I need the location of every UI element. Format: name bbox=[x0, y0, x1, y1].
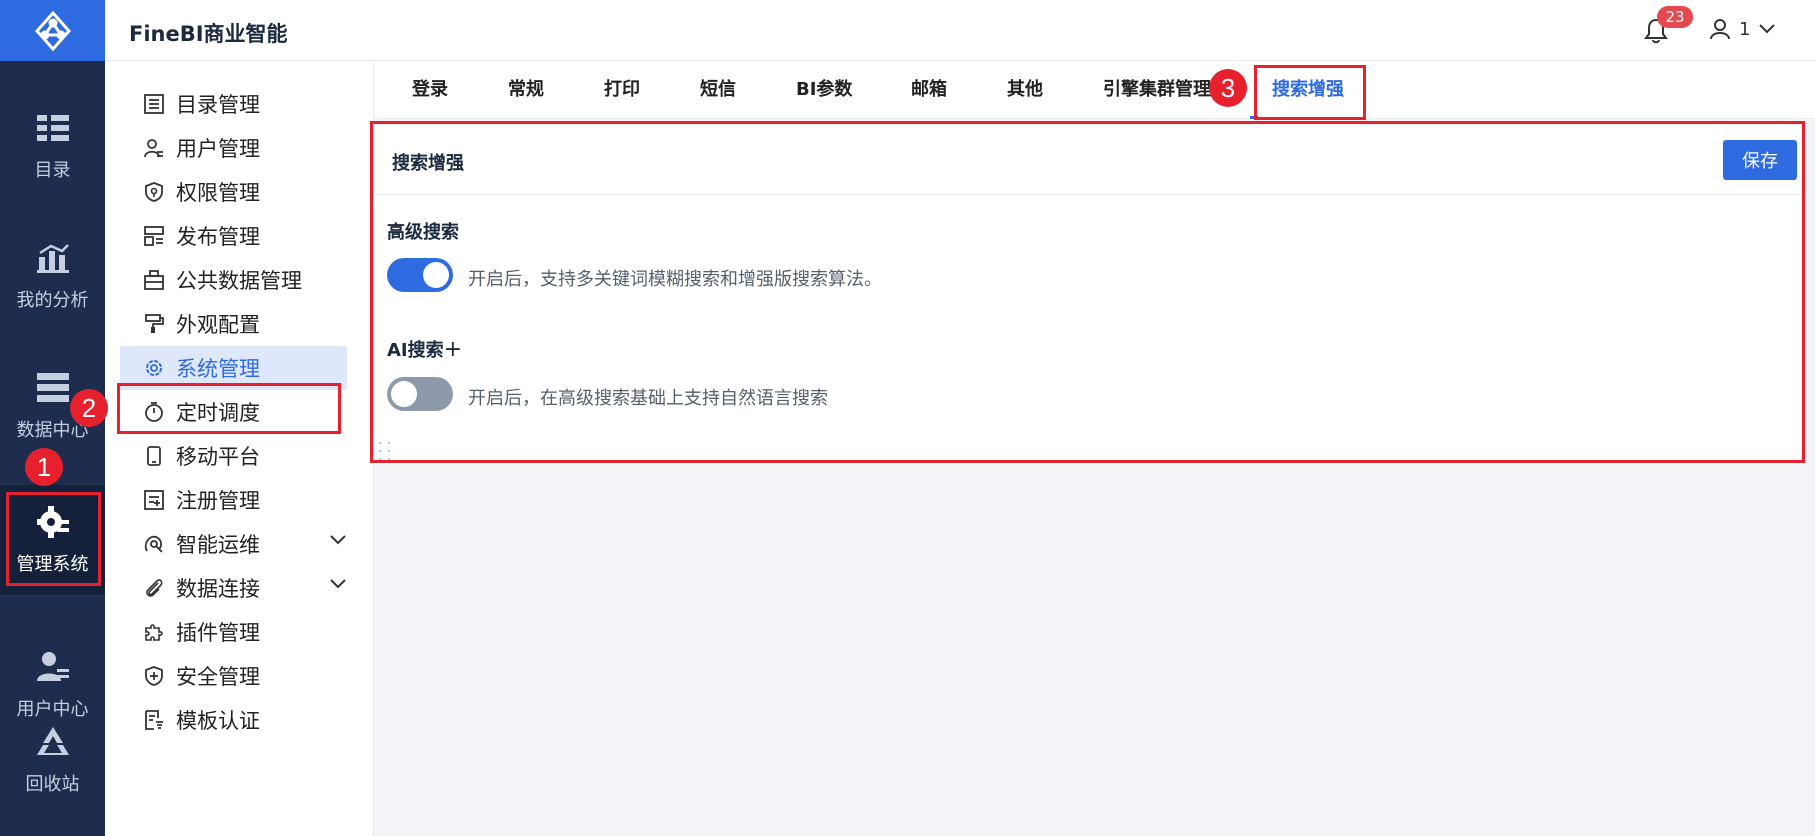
submenu-label: 发布管理 bbox=[176, 225, 260, 249]
publish-icon bbox=[144, 226, 164, 246]
nav-label: 回收站 bbox=[25, 774, 80, 795]
nav-item-recycle-bin[interactable]: 回收站 bbox=[0, 710, 105, 810]
nav-item-my-analysis[interactable]: 我的分析 bbox=[0, 221, 105, 331]
admin-submenu: 目录管理 用户管理 权限管理 发布管理 公共数据管理 外观配置 系统管理 定时调… bbox=[105, 61, 374, 836]
paperclip-icon bbox=[144, 578, 164, 598]
paint-roller-icon bbox=[144, 314, 164, 334]
submenu-label: 智能运维 bbox=[176, 533, 260, 557]
app-title: FineBI商业智能 bbox=[129, 22, 288, 46]
submenu-item-publish[interactable]: 发布管理 bbox=[120, 214, 347, 258]
recycle-bin-icon bbox=[35, 724, 71, 760]
submenu-label: 系统管理 bbox=[176, 357, 260, 381]
settings-tabs: 登录 常规 打印 短信 BI参数 邮箱 其他 引擎集群管理 搜索增强 bbox=[374, 61, 1815, 119]
user-manage-icon bbox=[144, 138, 164, 158]
submenu-item-template-cert[interactable]: 模板认证 bbox=[120, 698, 347, 742]
annotation-box-panel bbox=[370, 121, 1805, 463]
security-shield-icon bbox=[144, 666, 164, 686]
annotation-number-1: 1 bbox=[25, 448, 63, 486]
submenu-item-plugins[interactable]: 插件管理 bbox=[120, 610, 347, 654]
logo-icon bbox=[34, 10, 71, 51]
permission-shield-icon bbox=[144, 182, 164, 202]
submenu-item-smart-ops[interactable]: 智能运维 bbox=[120, 522, 347, 566]
submenu-label: 权限管理 bbox=[176, 181, 260, 205]
gear-icon bbox=[144, 358, 164, 378]
list-icon bbox=[144, 94, 164, 114]
nav-label: 我的分析 bbox=[16, 290, 89, 311]
notification-badge: 23 bbox=[1657, 6, 1693, 28]
submenu-label: 目录管理 bbox=[176, 93, 260, 117]
annotation-box-2 bbox=[117, 383, 341, 434]
submenu-label: 插件管理 bbox=[176, 621, 260, 645]
tab-other[interactable]: 其他 bbox=[1007, 61, 1043, 119]
tab-print[interactable]: 打印 bbox=[604, 61, 640, 119]
submenu-item-mobile[interactable]: 移动平台 bbox=[120, 434, 347, 478]
top-header: FineBI商业智能 23 1 bbox=[105, 0, 1815, 61]
chevron-down-icon[interactable] bbox=[329, 578, 347, 590]
template-cert-icon bbox=[144, 710, 164, 730]
user-name: 1 bbox=[1739, 18, 1751, 40]
tab-sms[interactable]: 短信 bbox=[700, 61, 736, 119]
annotation-box-1 bbox=[6, 492, 101, 586]
submenu-item-security[interactable]: 安全管理 bbox=[120, 654, 347, 698]
chevron-down-icon bbox=[1759, 24, 1776, 34]
nav-label: 目录 bbox=[34, 160, 71, 181]
tab-engine-cluster[interactable]: 引擎集群管理 bbox=[1103, 61, 1211, 119]
submenu-label: 注册管理 bbox=[176, 489, 260, 513]
public-data-icon bbox=[144, 270, 164, 290]
submenu-item-catalog[interactable]: 目录管理 bbox=[120, 82, 347, 126]
ops-icon bbox=[144, 534, 164, 554]
tab-login[interactable]: 登录 bbox=[412, 61, 448, 119]
submenu-label: 安全管理 bbox=[176, 665, 260, 689]
submenu-label: 公共数据管理 bbox=[176, 269, 302, 293]
tab-general[interactable]: 常规 bbox=[508, 61, 544, 119]
catalog-icon bbox=[35, 110, 71, 146]
submenu-item-data-connection[interactable]: 数据连接 bbox=[120, 566, 347, 610]
submenu-item-permissions[interactable]: 权限管理 bbox=[120, 170, 347, 214]
analysis-chart-icon bbox=[35, 240, 71, 276]
data-center-icon bbox=[35, 370, 71, 406]
annotation-number-2: 2 bbox=[70, 389, 108, 427]
tab-bi-params[interactable]: BI参数 bbox=[796, 61, 852, 119]
tab-mailbox[interactable]: 邮箱 bbox=[911, 61, 947, 119]
submenu-label: 用户管理 bbox=[176, 137, 260, 161]
submenu-item-public-data[interactable]: 公共数据管理 bbox=[120, 258, 347, 302]
submenu-item-users[interactable]: 用户管理 bbox=[120, 126, 347, 170]
app-logo[interactable] bbox=[0, 0, 105, 61]
annotation-box-3 bbox=[1254, 65, 1366, 120]
user-icon bbox=[1710, 19, 1730, 40]
submenu-label: 移动平台 bbox=[176, 445, 260, 469]
submenu-label: 模板认证 bbox=[176, 709, 260, 733]
nav-item-catalog[interactable]: 目录 bbox=[0, 91, 105, 201]
user-menu[interactable]: 1 bbox=[1709, 18, 1776, 40]
submenu-label: 外观配置 bbox=[176, 313, 260, 337]
chevron-down-icon[interactable] bbox=[329, 534, 347, 546]
submenu-label: 数据连接 bbox=[176, 577, 260, 601]
mobile-icon bbox=[144, 446, 164, 466]
submenu-item-appearance[interactable]: 外观配置 bbox=[120, 302, 347, 346]
register-icon bbox=[144, 490, 164, 510]
user-center-icon bbox=[35, 649, 71, 685]
annotation-number-3: 3 bbox=[1209, 69, 1247, 107]
submenu-item-register[interactable]: 注册管理 bbox=[120, 478, 347, 522]
puzzle-icon bbox=[144, 622, 164, 642]
